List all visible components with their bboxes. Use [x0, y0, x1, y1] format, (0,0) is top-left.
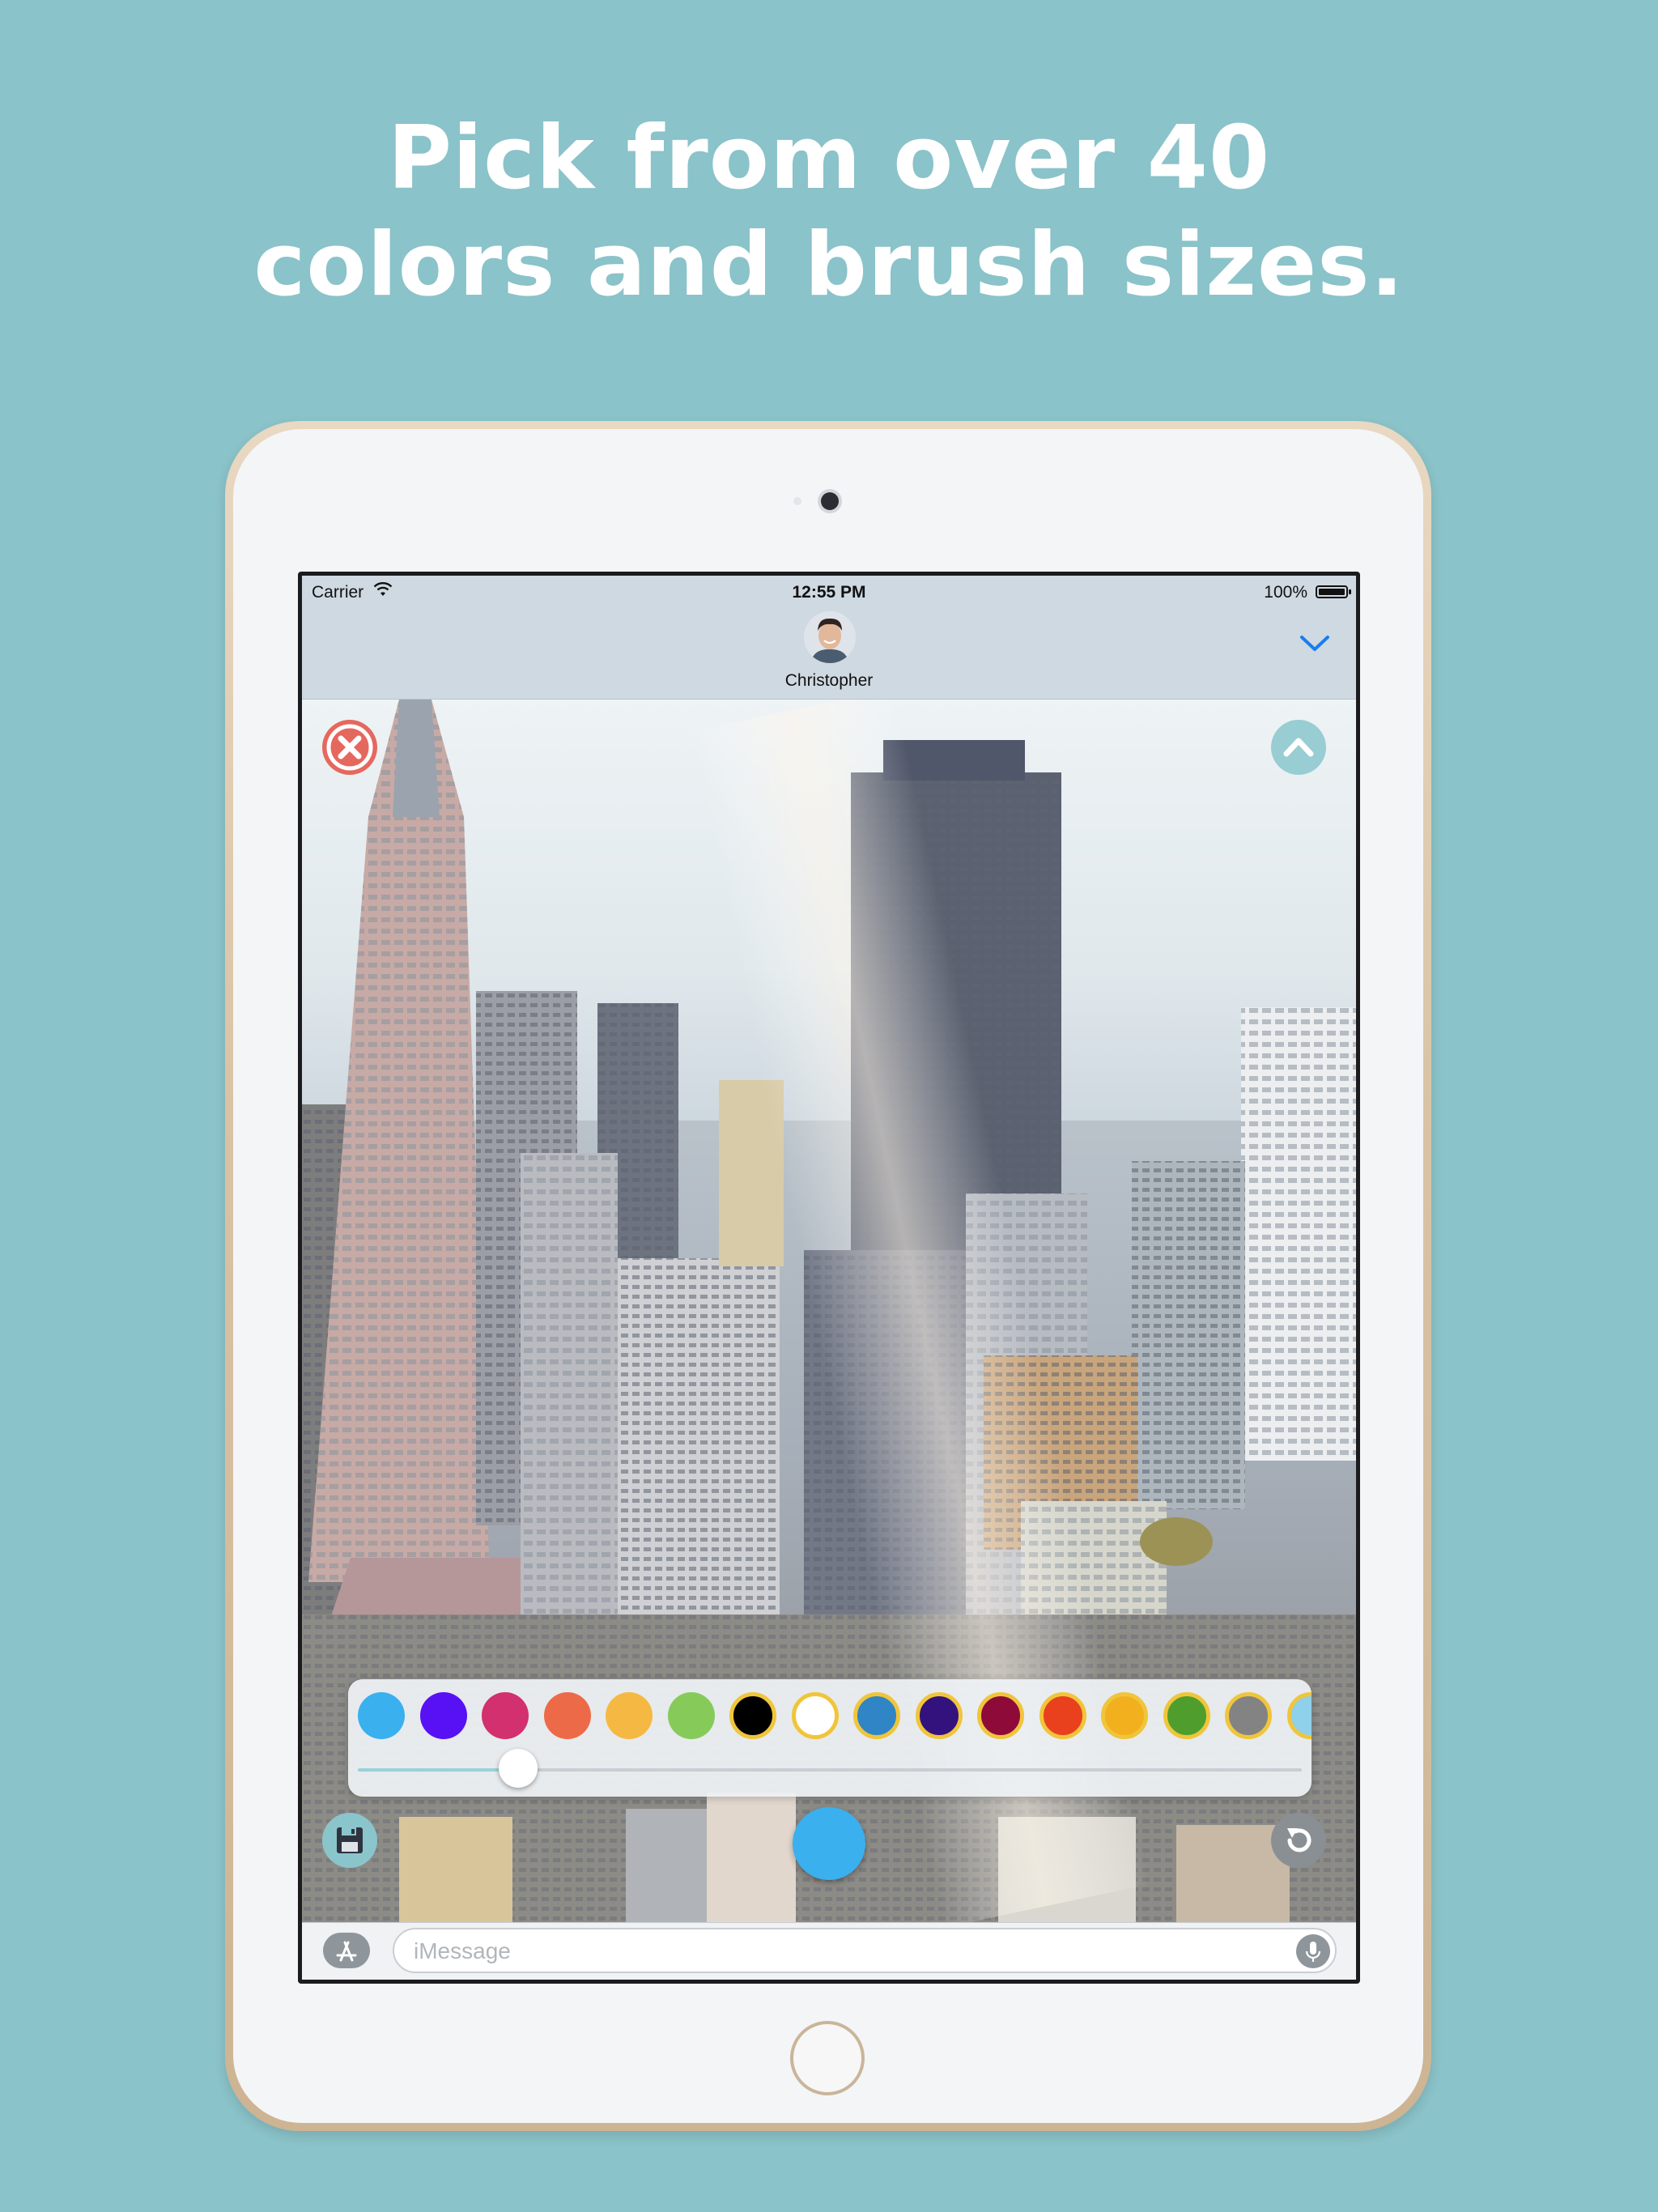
color-swatch[interactable] — [791, 1692, 839, 1739]
chevron-down-icon[interactable] — [1298, 632, 1332, 655]
microphone-icon — [1305, 1942, 1321, 1962]
color-swatch[interactable] — [419, 1692, 467, 1739]
color-palette — [348, 1679, 1312, 1797]
home-button — [790, 2021, 865, 2095]
color-swatch[interactable] — [1286, 1692, 1312, 1739]
color-swatch[interactable] — [543, 1692, 591, 1739]
battery-icon — [1316, 585, 1351, 598]
color-swatch[interactable] — [729, 1692, 776, 1739]
color-swatch[interactable] — [915, 1692, 963, 1739]
drawing-canvas[interactable] — [302, 700, 1356, 1922]
message-bar — [302, 1922, 1356, 1980]
close-icon — [326, 724, 373, 771]
ipad-screen: Carrier 12:55 PM 100% Christopher — [298, 572, 1360, 1984]
color-swatch[interactable] — [1101, 1692, 1148, 1739]
close-button[interactable] — [322, 720, 377, 775]
headline-line-2: colors and brush sizes. — [253, 215, 1405, 316]
color-swatch[interactable] — [853, 1692, 900, 1739]
status-bar: Carrier 12:55 PM 100% — [302, 576, 1356, 608]
front-sensor — [793, 497, 801, 505]
clock: 12:55 PM — [792, 583, 866, 602]
expand-button[interactable] — [1271, 720, 1326, 775]
message-input[interactable] — [412, 1936, 1257, 1967]
chevron-up-icon — [1283, 738, 1314, 757]
avatar-photo — [804, 611, 856, 663]
color-swatch[interactable] — [606, 1692, 653, 1739]
current-color-button[interactable] — [793, 1807, 865, 1880]
screen-content: Carrier 12:55 PM 100% Christopher — [302, 576, 1356, 1980]
color-swatch[interactable] — [1163, 1692, 1210, 1739]
color-swatch[interactable] — [667, 1692, 715, 1739]
color-swatch[interactable] — [358, 1692, 405, 1739]
headline-line-1: Pick from over 40 — [387, 108, 1271, 209]
front-camera — [821, 492, 839, 510]
undo-button[interactable] — [1271, 1813, 1326, 1868]
message-input-field[interactable] — [393, 1928, 1337, 1973]
conversation-header: Christopher — [302, 608, 1356, 700]
contact-avatar[interactable] — [804, 611, 856, 663]
app-store-button[interactable] — [323, 1933, 370, 1968]
undo-icon — [1287, 1828, 1312, 1853]
color-swatch[interactable] — [1225, 1692, 1272, 1739]
battery-percent: 100% — [1264, 583, 1307, 602]
slider-fill — [358, 1768, 519, 1772]
color-swatch[interactable] — [482, 1692, 529, 1739]
contact-name: Christopher — [784, 671, 874, 690]
floppy-disk-icon — [337, 1827, 363, 1853]
app-store-icon — [336, 1941, 357, 1962]
color-swatch[interactable] — [977, 1692, 1024, 1739]
brush-size-thumb[interactable] — [499, 1749, 538, 1788]
save-button[interactable] — [322, 1813, 377, 1868]
dictation-button[interactable] — [1296, 1934, 1330, 1968]
color-swatch[interactable] — [1039, 1692, 1086, 1739]
headline: Pick from over 40 colors and brush sizes… — [0, 105, 1658, 319]
